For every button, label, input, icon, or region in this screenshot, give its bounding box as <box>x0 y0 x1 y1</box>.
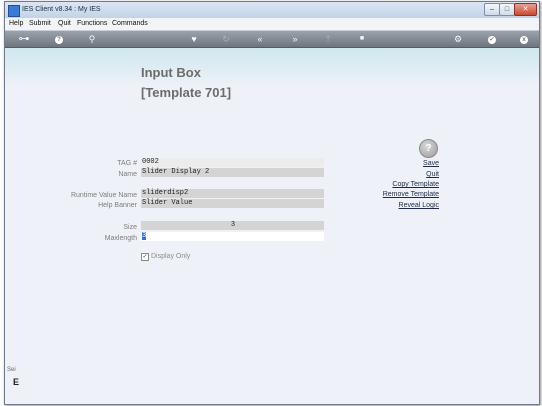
menu-commands[interactable]: Commands <box>112 19 148 29</box>
runtime-value-name-field[interactable]: sliderdisp2 <box>141 189 324 198</box>
check-icon-glyph: ✓ <box>488 35 496 44</box>
maxlength-value: 3 <box>142 232 147 240</box>
fast-forward-icon[interactable]: » <box>288 32 302 46</box>
info-icon[interactable]: ? <box>52 32 66 46</box>
title-bar[interactable]: IES Client v8.34 : My IES – □ ✕ <box>5 2 539 19</box>
search-icon[interactable]: ⚲ <box>85 32 99 46</box>
close-window-button[interactable]: ✕ <box>514 3 537 16</box>
help-banner-label: Help Banner <box>98 202 137 209</box>
minimize-button[interactable]: – <box>484 3 500 16</box>
check-icon[interactable]: ✓ <box>485 32 499 46</box>
key-icon[interactable]: ⊶ <box>11 32 37 46</box>
heart-icon[interactable]: ♥ <box>187 32 201 46</box>
rewind-icon[interactable]: « <box>253 32 267 46</box>
size-field[interactable]: 3 <box>141 221 324 230</box>
menu-bar: Help Submit Quit Functions Commands <box>5 18 539 31</box>
remove-template-link[interactable]: Remove Template <box>383 190 439 199</box>
side-panel-fragment-letter: E <box>13 377 20 387</box>
page-subtitle: [Template 701] <box>141 85 232 100</box>
info-icon-glyph: ? <box>55 35 63 44</box>
refresh-icon[interactable]: ↻ <box>219 32 233 46</box>
tag-field: 0002 <box>141 158 324 167</box>
close-icon[interactable]: x <box>517 32 531 46</box>
display-only-checkbox[interactable]: ✓ <box>141 253 149 261</box>
help-icon[interactable]: ? <box>419 139 438 158</box>
settings-icon[interactable]: ⚙ <box>451 32 465 46</box>
help-banner-field[interactable]: Slider Value <box>141 199 324 208</box>
menu-submit[interactable]: Submit <box>29 19 51 29</box>
display-only-label: Display Only <box>151 253 191 260</box>
upload-icon[interactable]: ⇡ <box>321 32 335 46</box>
stop-icon[interactable]: ■ <box>355 32 369 46</box>
app-icon <box>8 5 20 17</box>
content-header <box>5 48 539 88</box>
app-window: IES Client v8.34 : My IES – □ ✕ Help Sub… <box>4 1 540 405</box>
name-field[interactable]: Slider Display 2 <box>141 168 324 177</box>
size-label: Size <box>123 224 137 231</box>
side-panel-fragment: Sei <box>7 367 16 373</box>
menu-functions[interactable]: Functions <box>77 19 107 29</box>
window-title: IES Client v8.34 : My IES <box>22 6 101 13</box>
maxlength-label: Maxlength <box>104 235 137 242</box>
copy-template-link[interactable]: Copy Template <box>392 180 439 189</box>
runtime-value-name-label: Runtime Value Name <box>70 192 137 199</box>
maximize-button[interactable]: □ <box>499 3 515 16</box>
name-label: Name <box>118 171 137 178</box>
main-content: Input Box [Template 701] TAG # 0002 Name… <box>5 48 539 404</box>
quit-link[interactable]: Quit <box>426 170 439 179</box>
close-icon-glyph: x <box>520 35 528 44</box>
maxlength-field[interactable]: 3 <box>141 232 324 241</box>
menu-help[interactable]: Help <box>9 19 23 29</box>
menu-quit[interactable]: Quit <box>58 19 71 29</box>
page-title: Input Box <box>141 65 201 80</box>
toolbar: ⊶ ? ⚲ ♥ ↻ « » ⇡ ■ ⚙ ✓ x <box>5 31 539 48</box>
save-link[interactable]: Save <box>423 159 439 168</box>
reveal-logic-link[interactable]: Reveal Logic <box>399 201 439 210</box>
tag-label: TAG # <box>117 160 137 167</box>
